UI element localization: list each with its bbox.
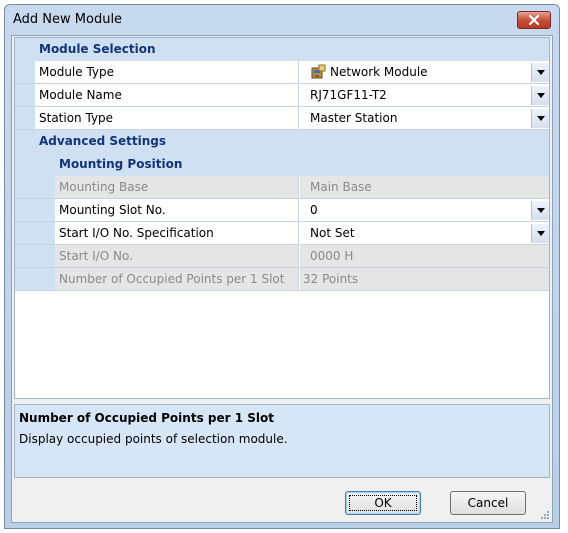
chevron-down-icon: [536, 116, 545, 121]
start-io-no-value-cell: 0000 H: [300, 245, 549, 268]
property-label-cell: Start I/O No. Specification: [15, 222, 299, 245]
property-label-cell: Mounting Slot No.: [15, 199, 299, 222]
start-io-spec-value: Not Set: [310, 226, 355, 240]
property-row-module-type[interactable]: Module Type Network Module: [15, 61, 549, 84]
property-label-cell: Station Type: [15, 107, 299, 130]
property-row-mounting-base: Mounting Base Main Base: [15, 176, 549, 199]
resize-grip-icon[interactable]: [540, 510, 550, 520]
dialog-body: Module Selection Module Type Network Mod…: [11, 35, 553, 523]
occupied-points-value: 32 Points: [303, 272, 359, 286]
station-type-value: Master Station: [310, 111, 398, 125]
dropdown-button[interactable]: [531, 63, 549, 82]
start-io-spec-select[interactable]: Not Set: [300, 222, 549, 245]
close-button[interactable]: [517, 11, 551, 29]
section-label: Module Selection: [39, 42, 156, 56]
mounting-slot-select[interactable]: 0: [300, 199, 549, 222]
property-label-cell: Start I/O No.: [15, 245, 299, 268]
mounting-base-value: Main Base: [310, 180, 372, 194]
property-row-mounting-slot[interactable]: Mounting Slot No. 0: [15, 199, 549, 222]
title-bar: Add New Module: [5, 5, 559, 35]
property-label-cell: Number of Occupied Points per 1 Slot: [15, 268, 299, 291]
cancel-button-label: Cancel: [467, 496, 509, 510]
property-label: Station Type: [39, 111, 114, 125]
property-label-cell: Module Type: [15, 61, 299, 84]
property-label: Mounting Base: [59, 180, 149, 194]
chevron-down-icon: [536, 93, 545, 98]
property-row-start-io-no: Start I/O No. 0000 H: [15, 245, 549, 268]
property-label: Start I/O No.: [59, 249, 133, 263]
station-type-select[interactable]: Master Station: [300, 107, 549, 130]
dropdown-button[interactable]: [531, 201, 549, 220]
start-io-no-value: 0000 H: [310, 249, 354, 263]
ok-button[interactable]: OK: [345, 491, 421, 515]
network-module-icon: [311, 64, 326, 79]
mounting-base-value-cell: Main Base: [300, 176, 549, 199]
occupied-points-value-cell: 32 Points: [300, 268, 549, 291]
close-icon: [529, 15, 539, 25]
property-label: Start I/O No. Specification: [59, 226, 214, 240]
mounting-slot-value: 0: [310, 203, 318, 217]
module-name-value: RJ71GF11-T2: [310, 88, 387, 102]
property-row-station-type[interactable]: Station Type Master Station: [15, 107, 549, 130]
property-label-cell: Module Name: [15, 84, 299, 107]
dropdown-button[interactable]: [531, 224, 549, 243]
chevron-down-icon: [536, 231, 545, 236]
help-description: Display occupied points of selection mod…: [19, 432, 288, 446]
property-row-module-name[interactable]: Module Name RJ71GF11-T2: [15, 84, 549, 107]
property-grid: Module Selection Module Type Network Mod…: [14, 37, 550, 399]
cancel-button[interactable]: Cancel: [450, 491, 526, 515]
property-label: Module Type: [39, 65, 115, 79]
section-label: Mounting Position: [59, 157, 183, 171]
property-row-start-io-spec[interactable]: Start I/O No. Specification Not Set: [15, 222, 549, 245]
section-mounting-position[interactable]: Mounting Position: [15, 153, 549, 176]
module-type-value: Network Module: [330, 65, 428, 79]
focus-rectangle: [349, 495, 417, 511]
dialog-title: Add New Module: [13, 12, 123, 27]
section-label: Advanced Settings: [39, 134, 167, 148]
property-label: Number of Occupied Points per 1 Slot: [59, 272, 285, 286]
chevron-down-icon: [536, 70, 545, 75]
property-label: Mounting Slot No.: [59, 203, 166, 217]
property-row-occupied-points: Number of Occupied Points per 1 Slot 32 …: [15, 268, 549, 291]
property-label: Module Name: [39, 88, 122, 102]
help-panel: Number of Occupied Points per 1 Slot Dis…: [14, 404, 550, 478]
property-label-cell: Mounting Base: [15, 176, 299, 199]
dropdown-button[interactable]: [531, 86, 549, 105]
section-module-selection[interactable]: Module Selection: [15, 38, 549, 61]
dropdown-button[interactable]: [531, 109, 549, 128]
section-advanced-settings[interactable]: Advanced Settings: [15, 130, 549, 153]
module-name-select[interactable]: RJ71GF11-T2: [300, 84, 549, 107]
module-type-select[interactable]: Network Module: [300, 61, 549, 84]
chevron-down-icon: [536, 208, 545, 213]
add-new-module-dialog: Add New Module Module Selection Module T…: [4, 4, 560, 529]
help-title: Number of Occupied Points per 1 Slot: [19, 411, 274, 425]
